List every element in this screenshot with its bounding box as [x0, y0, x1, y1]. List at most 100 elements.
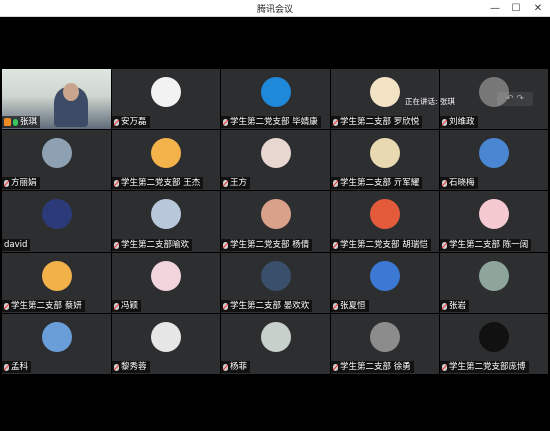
- participant-name-label: 学生第二支部 亓军耀: [331, 177, 423, 189]
- participant-name: 学生第二支部 徐勇: [340, 362, 411, 372]
- participant-name: 冯颖: [121, 301, 139, 311]
- participant-name-label: 学生第二党支部庞博: [440, 361, 529, 373]
- mic-muted-icon: [223, 302, 228, 310]
- avatar-lake-icon: [479, 261, 509, 291]
- participant-name-label: 学生第二支部 陈一阔: [440, 239, 532, 251]
- speaking-indicator: 正在讲话: 张琪: [405, 97, 455, 106]
- avatar-patrick-icon: [260, 77, 291, 107]
- participant-tile[interactable]: 孟科: [2, 314, 111, 374]
- participant-name-label: 王方: [221, 177, 251, 189]
- participant-tile[interactable]: 学生第二支部 徐勇: [331, 314, 439, 374]
- meeting-window: 腾讯会议 — ☐ ✕ 张琪 安万磊 学生第二党支部 毕婧康 学生第二支部 罗欣悦 刘维政…: [0, 0, 550, 431]
- participant-name: 张夏恒: [340, 301, 366, 311]
- mic-muted-icon: [223, 179, 228, 187]
- participant-name-label: 张夏恒: [331, 300, 369, 312]
- participant-name: 张琪: [20, 117, 38, 127]
- participant-tile[interactable]: 方丽娟: [2, 130, 111, 190]
- participant-tile[interactable]: 学生第二支部喻欢: [112, 191, 220, 252]
- host-user-icon: [4, 118, 11, 126]
- participant-name: 张岩: [449, 301, 467, 311]
- mic-muted-icon: [442, 118, 447, 126]
- participant-name-label: 黎秀蓉: [112, 361, 150, 373]
- participant-name: 学生第二支部 亓军耀: [340, 178, 420, 188]
- mic-on-icon: [13, 118, 18, 126]
- participant-name: 学生第二支部 蔡妍: [11, 301, 82, 311]
- participant-tile[interactable]: 杨菲: [221, 314, 330, 374]
- avatar-night-icon: [260, 261, 291, 291]
- participant-tile[interactable]: 学生第二党支部 毕婧康: [221, 69, 330, 129]
- avatar-sky-icon: [370, 261, 400, 291]
- avatar-landscape-icon: [41, 138, 72, 168]
- participant-name: 孟科: [11, 362, 29, 372]
- mic-muted-icon: [333, 363, 338, 371]
- participant-name-label: 学生第二支部喻欢: [112, 239, 193, 251]
- participant-tile[interactable]: 学生第二党支部庞博: [440, 314, 548, 374]
- participant-name: 石晓梅: [449, 178, 475, 188]
- mic-muted-icon: [4, 302, 9, 310]
- participant-tile[interactable]: david: [2, 191, 111, 252]
- participant-name-label: 学生第二党支部 胡瑞恺: [331, 239, 431, 251]
- participant-name: 学生第二支部 晏欢欢: [230, 301, 310, 311]
- participant-tile[interactable]: 学生第二党支部 杨倩: [221, 191, 330, 252]
- participant-tile[interactable]: 石晓梅: [440, 130, 548, 190]
- participant-tile[interactable]: 张岩: [440, 253, 548, 313]
- participant-name: 学生第二党支部 胡瑞恺: [340, 240, 428, 250]
- avatar-cute-icon: [479, 199, 509, 229]
- avatar-bw-icon: [479, 322, 509, 352]
- mic-muted-icon: [333, 179, 338, 187]
- participant-name: 黎秀蓉: [121, 362, 147, 372]
- participant-name-label: 杨菲: [221, 361, 251, 373]
- mic-muted-icon: [114, 302, 119, 310]
- participant-name: 安万磊: [121, 117, 147, 127]
- minimize-button[interactable]: —: [485, 0, 505, 17]
- mic-muted-icon: [333, 241, 338, 249]
- participant-tile[interactable]: 学生第二支部 亓军耀: [331, 130, 439, 190]
- mic-muted-icon: [114, 179, 119, 187]
- grid-page-arrows[interactable]: ↶ ↷: [497, 92, 533, 106]
- participant-name-label: 石晓梅: [440, 177, 478, 189]
- participant-tile[interactable]: 学生第二党支部 胡瑞恺: [331, 191, 439, 252]
- mic-muted-icon: [114, 363, 119, 371]
- avatar-batman-icon: [151, 77, 181, 107]
- video-person-head: [63, 83, 79, 101]
- avatar-cartoon-icon: [370, 138, 400, 168]
- avatar-cartoon-icon: [370, 199, 400, 229]
- participant-tile[interactable]: 王方: [221, 130, 330, 190]
- participant-name-label: 冯颖: [112, 300, 142, 312]
- mic-muted-icon: [442, 179, 447, 187]
- participant-tile[interactable]: 张琪: [2, 69, 111, 129]
- participant-tile[interactable]: 安万磊: [112, 69, 220, 129]
- participant-name-label: 刘维政: [440, 116, 478, 128]
- participant-name: 学生第二党支部庞博: [449, 362, 526, 372]
- participant-name-label: 学生第二党支部 毕婧康: [221, 116, 321, 128]
- close-button[interactable]: ✕: [528, 0, 548, 17]
- participant-name: 学生第二党支部 王杰: [121, 178, 201, 188]
- participant-name-label: 张岩: [440, 300, 470, 312]
- participant-grid: 张琪 安万磊 学生第二党支部 毕婧康 学生第二支部 罗欣悦 刘维政 方丽娟 学生第二党支部 …: [2, 69, 548, 377]
- participant-name: 学生第二党支部 杨倩: [230, 240, 310, 250]
- participant-tile[interactable]: 冯颖: [112, 253, 220, 313]
- maximize-button[interactable]: ☐: [506, 0, 526, 17]
- participant-tile[interactable]: 学生第二支部 晏欢欢: [221, 253, 330, 313]
- participant-name-label: 方丽娟: [2, 177, 40, 189]
- mic-muted-icon: [442, 241, 447, 249]
- avatar-dandelion-icon: [479, 138, 509, 168]
- participant-tile[interactable]: 学生第二支部 蔡妍: [2, 253, 111, 313]
- participant-name: 学生第二支部喻欢: [121, 240, 190, 250]
- mic-muted-icon: [4, 179, 9, 187]
- avatar-landscape-icon: [260, 322, 291, 352]
- participant-name: david: [4, 240, 28, 250]
- participant-tile[interactable]: 张夏恒: [331, 253, 439, 313]
- participant-name: 方丽娟: [11, 178, 37, 188]
- participant-tile[interactable]: 学生第二支部 陈一阔: [440, 191, 548, 252]
- avatar-sky-icon: [41, 322, 72, 352]
- mic-muted-icon: [442, 302, 447, 310]
- participant-name-label: 学生第二支部 徐勇: [331, 361, 414, 373]
- mic-muted-icon: [223, 241, 228, 249]
- participant-tile[interactable]: 学生第二党支部 王杰: [112, 130, 220, 190]
- avatar-anime-girl-icon: [370, 77, 400, 107]
- participant-name-label: 学生第二支部 罗欣悦: [331, 116, 423, 128]
- participant-tile[interactable]: 黎秀蓉: [112, 314, 220, 374]
- participant-name-label: 孟科: [2, 361, 32, 373]
- avatar-rabbit-icon: [151, 261, 181, 291]
